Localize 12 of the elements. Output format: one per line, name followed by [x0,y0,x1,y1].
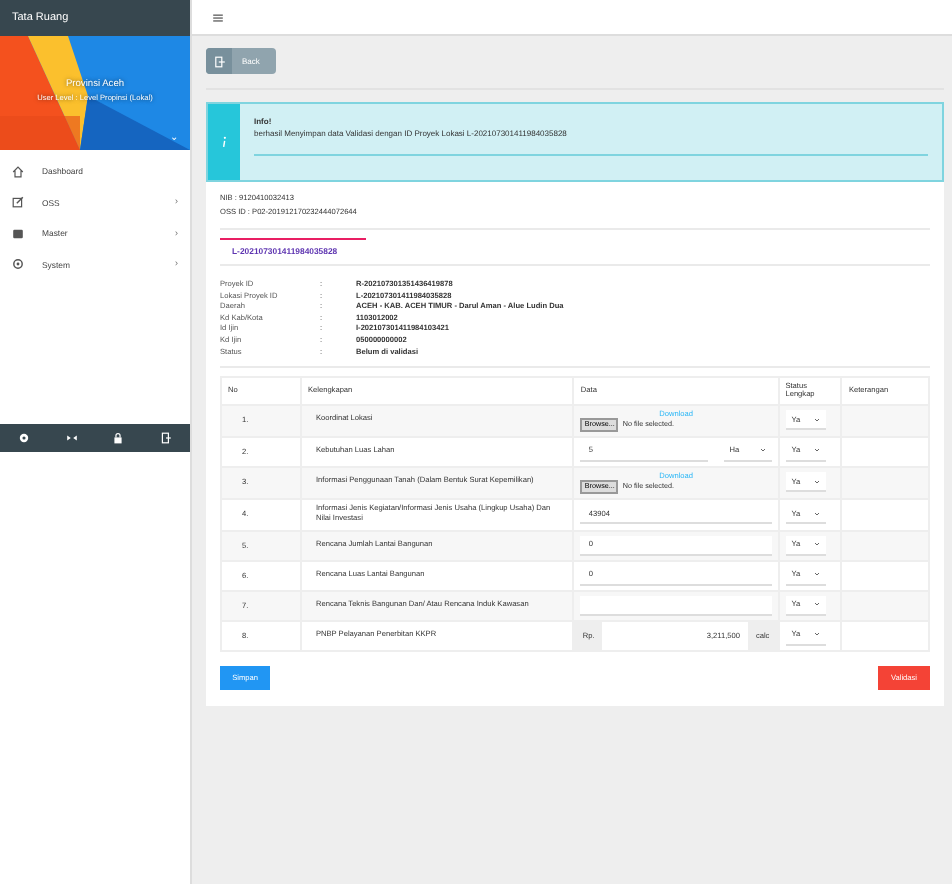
home-icon [12,165,24,178]
archive-icon [12,227,24,240]
settings-icon [12,258,24,271]
info-icon [221,136,227,148]
menu-icon[interactable] [212,11,224,23]
edit-icon [12,196,24,209]
fullscreen-icon[interactable] [65,432,78,444]
exit-icon [213,55,225,67]
settings-icon[interactable] [17,432,30,444]
logout-icon[interactable] [160,432,173,444]
input-field[interactable] [580,595,772,616]
lock-icon[interactable] [112,432,125,444]
